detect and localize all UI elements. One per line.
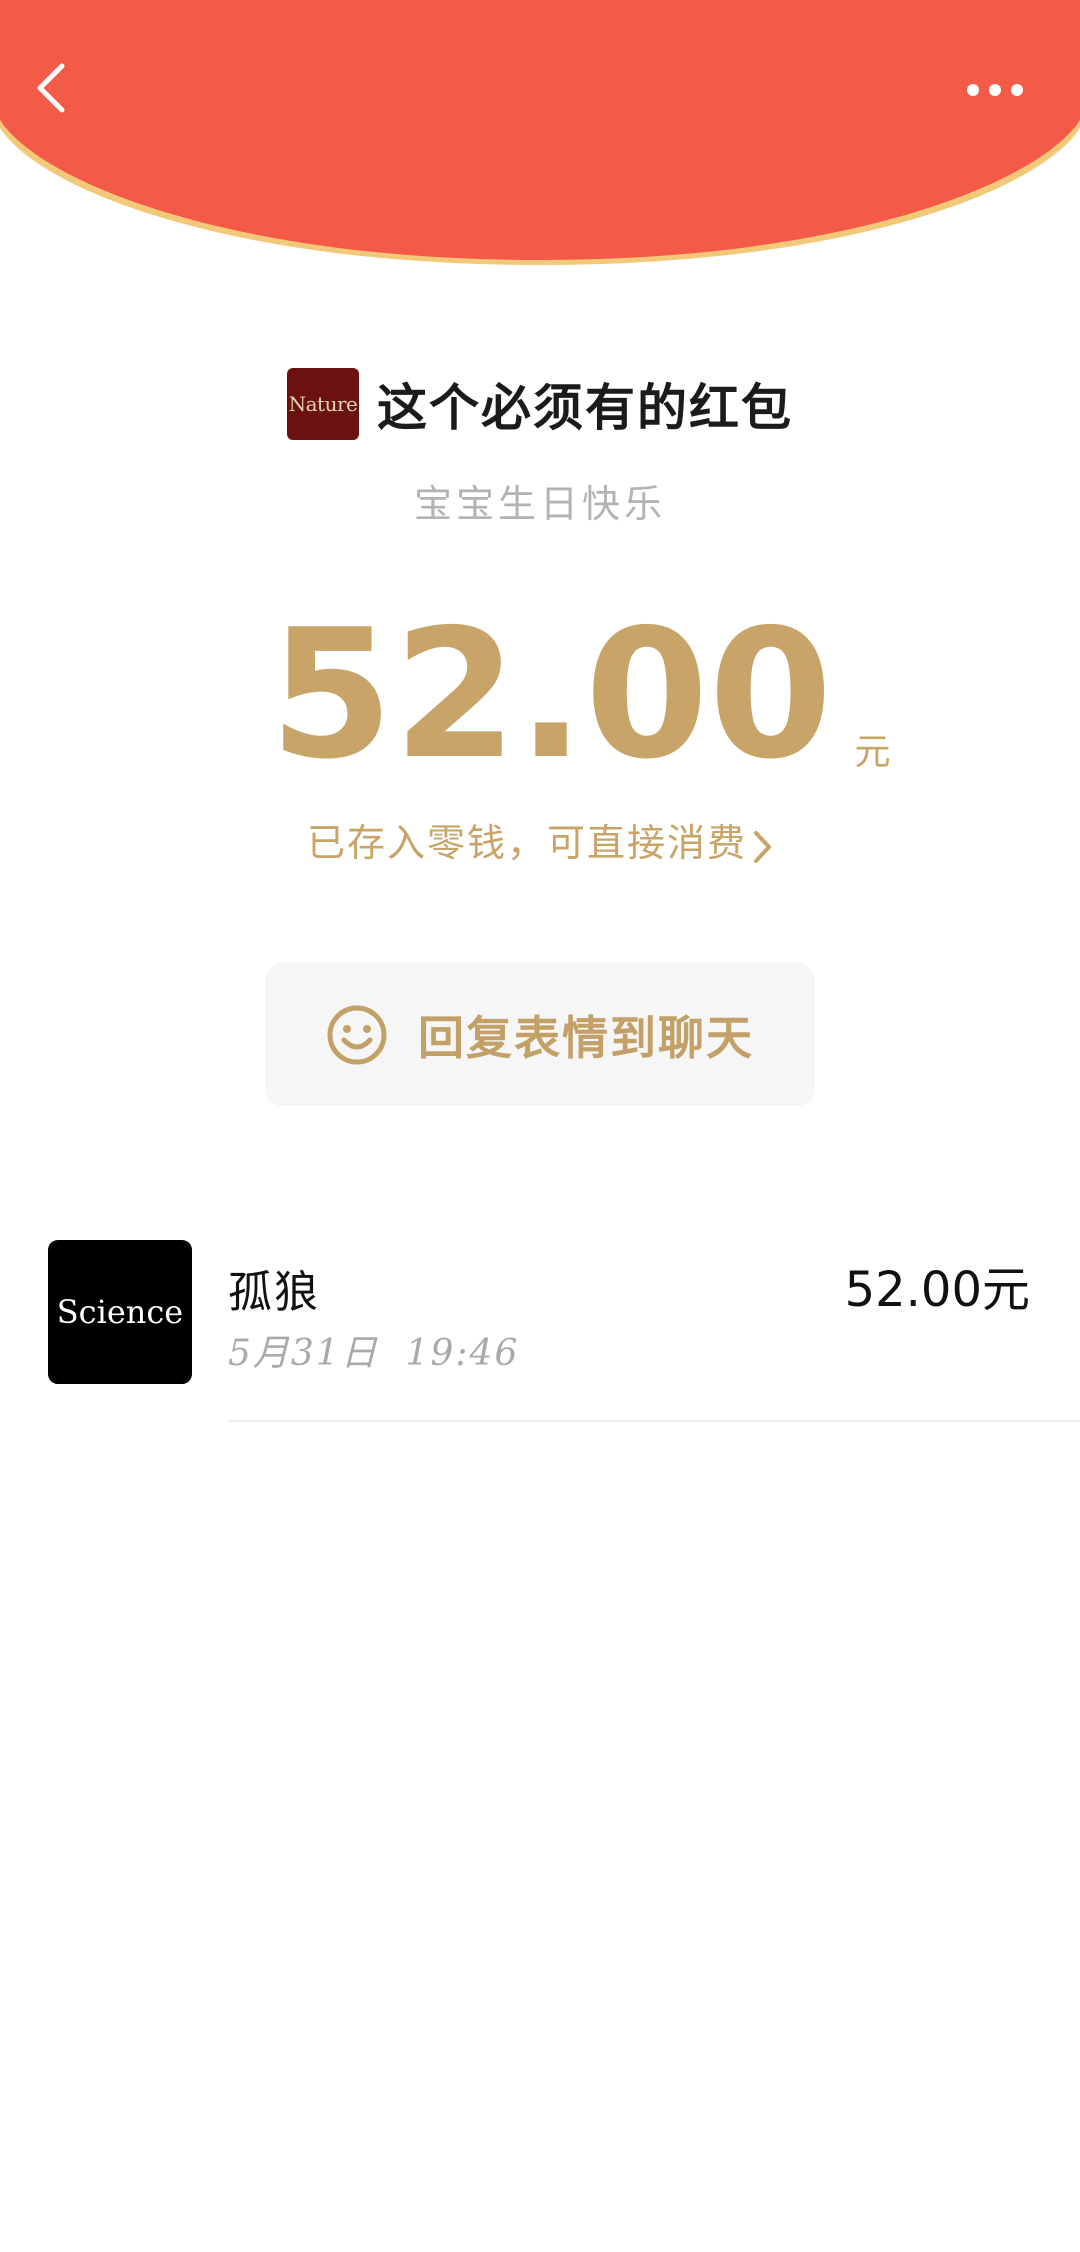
avatar-label: Science <box>56 1293 184 1331</box>
amount-row: 52.00 元 <box>0 605 1080 785</box>
envelope-title: 这个必须有的红包 <box>377 378 793 437</box>
received-amount: 52.00 <box>269 591 833 798</box>
stored-to-balance-label: 已存入零钱，可直接消费 <box>306 821 747 865</box>
amount-unit: 元 <box>854 732 891 773</box>
record-amount: 52.00元 <box>844 1262 1030 1318</box>
reply-emoji-label: 回复表情到聊天 <box>418 1010 754 1065</box>
smile-icon <box>327 1005 387 1064</box>
list-item[interactable]: Science 孤狼 5月31日 19:46 52.00元 <box>0 1236 1080 1422</box>
reply-emoji-button[interactable]: 回复表情到聊天 <box>265 963 815 1106</box>
sender-avatar[interactable]: Nature <box>287 368 359 440</box>
stored-to-balance-link[interactable]: 已存入零钱，可直接消费 <box>0 812 1080 867</box>
chevron-left-icon[interactable] <box>26 52 86 124</box>
envelope-subtitle: 宝宝生日快乐 <box>413 482 666 526</box>
more-dots-icon[interactable] <box>948 60 1038 120</box>
sender-avatar-label: Nature <box>288 392 358 416</box>
divider <box>228 1420 1080 1422</box>
avatar[interactable]: Science <box>48 1240 192 1384</box>
chevron-right-icon <box>754 830 771 863</box>
receive-time: 5月31日 19:46 <box>228 1333 520 1374</box>
header-banner <box>0 0 1080 265</box>
envelope-title-row: Nature 这个必须有的红包 <box>0 366 1080 442</box>
receiver-name: 孤狼 <box>228 1267 320 1318</box>
